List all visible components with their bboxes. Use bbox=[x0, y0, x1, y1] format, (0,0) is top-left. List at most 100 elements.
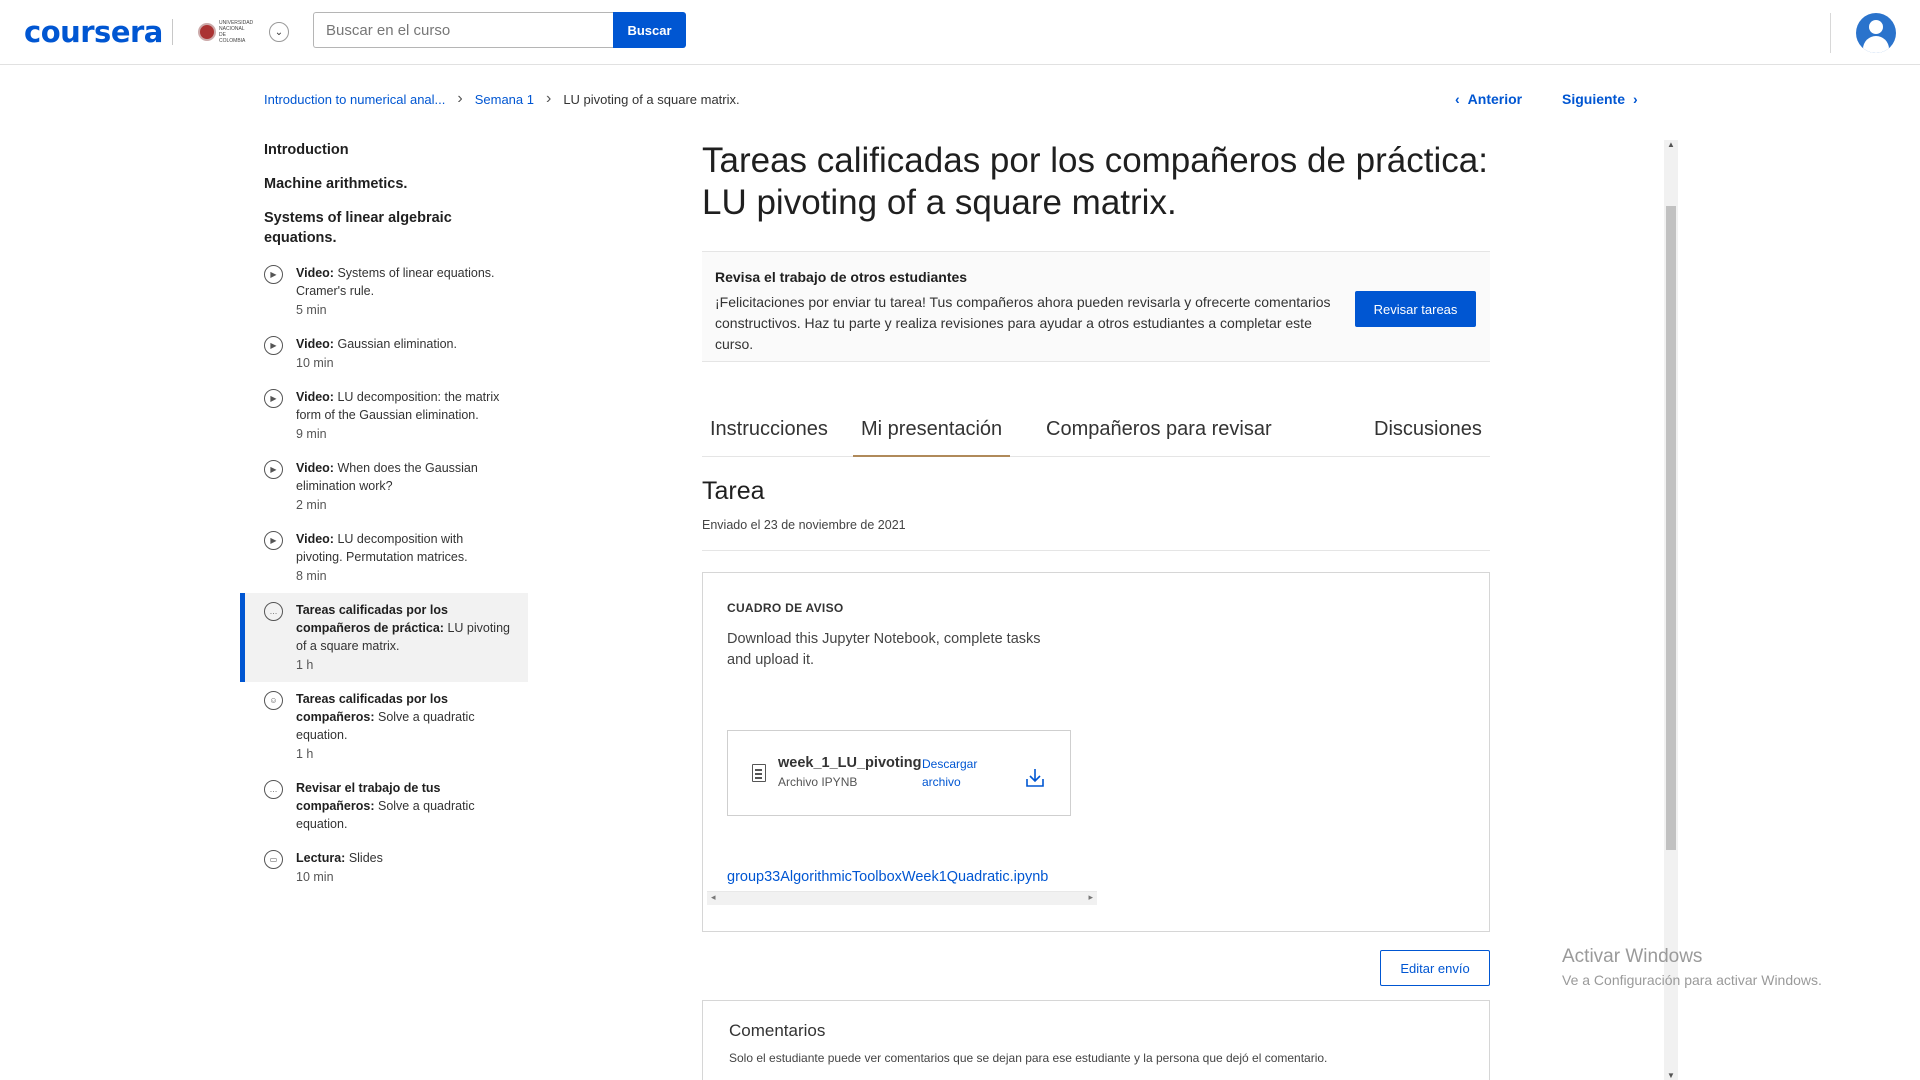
comments-text: Solo el estudiante puede ver comentarios… bbox=[729, 1051, 1328, 1065]
item-duration: 5 min bbox=[296, 303, 327, 317]
header-separator bbox=[172, 19, 173, 45]
university-logo-text: UNIVERSIDAD NACIONAL DE COLOMBIA bbox=[219, 20, 254, 44]
divider bbox=[702, 550, 1490, 551]
review-notice: Revisa el trabajo de otros estudiantes ¡… bbox=[702, 251, 1490, 362]
play-icon: ▶ bbox=[264, 531, 283, 550]
avatar[interactable] bbox=[1856, 13, 1896, 53]
submitted-file-link[interactable]: group33AlgorithmicToolboxWeek1Quadratic.… bbox=[727, 869, 1048, 885]
review-tasks-button[interactable]: Revisar tareas bbox=[1355, 291, 1476, 327]
search-input[interactable] bbox=[313, 12, 613, 48]
scroll-left-icon[interactable]: ◂ bbox=[711, 892, 716, 903]
sidebar-item-video-cramer[interactable]: ▶ Video: Systems of linear equations. Cr… bbox=[240, 256, 528, 327]
watermark-line-1: Activar Windows bbox=[1562, 946, 1703, 967]
horizontal-scrollbar[interactable]: ◂ ▸ bbox=[707, 891, 1097, 905]
avatar-head bbox=[1869, 20, 1883, 34]
tab-peers-to-review[interactable]: Compañeros para revisar bbox=[1038, 409, 1280, 457]
windows-activation-watermark: Activar Windows Ve a Configuración para … bbox=[1562, 946, 1822, 988]
play-icon: ▶ bbox=[264, 336, 283, 355]
file-attachment: week_1_LU_pivoting Archivo IPYNB Descarg… bbox=[727, 730, 1071, 816]
sidebar-section-linear-systems[interactable]: Systems of linear algebraic equations. bbox=[240, 208, 470, 248]
play-icon: ▶ bbox=[264, 389, 283, 408]
book-icon: ▭ bbox=[264, 850, 283, 869]
item-duration: 10 min bbox=[296, 870, 334, 884]
breadcrumb-week[interactable]: Semana 1 bbox=[475, 92, 534, 107]
header-separator-right bbox=[1830, 13, 1831, 53]
submission-card: CUADRO DE AVISO Download this Jupyter No… bbox=[702, 572, 1490, 932]
item-title: Slides bbox=[348, 851, 383, 865]
previous-button[interactable]: ‹ Anterior bbox=[1455, 91, 1522, 107]
next-button[interactable]: Siguiente › bbox=[1562, 91, 1638, 107]
item-duration: 8 min bbox=[296, 569, 327, 583]
scrollbar-thumb[interactable] bbox=[1666, 206, 1676, 850]
main-content: Tareas calificadas por los compañeros de… bbox=[702, 140, 1490, 1080]
sidebar-item-video-pivoting[interactable]: ▶ Video: LU decomposition with pivoting.… bbox=[240, 522, 528, 593]
coursera-logo[interactable]: coursera bbox=[24, 15, 163, 49]
card-text: Download this Jupyter Notebook, complete… bbox=[727, 631, 1041, 668]
peer-assignment-icon: ☺ bbox=[264, 691, 283, 710]
item-duration: 1 h bbox=[296, 658, 314, 672]
tab-discussions[interactable]: Discusiones bbox=[1366, 409, 1490, 457]
sidebar-item-review-quadratic[interactable]: … Revisar el trabajo de tus compañeros: … bbox=[240, 771, 528, 841]
chevron-right-icon: › bbox=[545, 90, 552, 107]
sidebar-item-peer-quadratic[interactable]: ☺ Tareas calificadas por los compañeros:… bbox=[240, 682, 528, 771]
university-seal-icon bbox=[198, 23, 216, 41]
file-type: Archivo IPYNB bbox=[778, 775, 858, 789]
download-link[interactable]: Descargar archivo bbox=[922, 755, 992, 791]
tab-my-submission[interactable]: Mi presentación bbox=[853, 409, 1011, 457]
notice-title: Revisa el trabajo de otros estudiantes bbox=[715, 269, 968, 285]
sidebar-item-reading-slides[interactable]: ▭ Lectura: Slides 10 min bbox=[240, 841, 528, 894]
file-name: week_1_LU_pivoting bbox=[778, 755, 922, 771]
item-duration: 1 h bbox=[296, 747, 314, 761]
card-label: CUADRO DE AVISO bbox=[727, 601, 844, 615]
item-duration: 2 min bbox=[296, 498, 327, 512]
chevron-left-icon: ‹ bbox=[1455, 91, 1460, 107]
sidebar-section-introduction[interactable]: Introduction bbox=[240, 140, 470, 160]
item-type: Video: bbox=[296, 266, 334, 280]
item-type: Video: bbox=[296, 461, 334, 475]
document-icon bbox=[752, 764, 766, 782]
vertical-scrollbar[interactable]: ▲ ▼ bbox=[1664, 140, 1678, 1080]
sidebar-item-practice-peer-lu[interactable]: … Tareas calificadas por los compañeros … bbox=[240, 593, 528, 682]
page: coursera UNIVERSIDAD NACIONAL DE COLOMBI… bbox=[0, 0, 1920, 1080]
sidebar-item-video-when[interactable]: ▶ Video: When does the Gaussian eliminat… bbox=[240, 451, 528, 522]
watermark-line-2: Ve a Configuración para activar Windows. bbox=[1562, 972, 1822, 988]
assignment-tabs: Instrucciones Mi presentación Compañeros… bbox=[702, 409, 1490, 457]
breadcrumb: Introduction to numerical anal... › Sema… bbox=[264, 90, 740, 108]
chevron-down-icon[interactable]: ⌄ bbox=[269, 22, 289, 42]
avatar-body bbox=[1863, 36, 1889, 53]
university-logo[interactable]: UNIVERSIDAD NACIONAL DE COLOMBIA bbox=[198, 19, 254, 45]
previous-label: Anterior bbox=[1467, 91, 1523, 107]
scroll-up-icon[interactable]: ▲ bbox=[1667, 140, 1675, 149]
play-icon: ▶ bbox=[264, 460, 283, 479]
download-icon[interactable] bbox=[1024, 767, 1046, 789]
scroll-right-icon[interactable]: ▸ bbox=[1088, 892, 1093, 903]
item-duration: 10 min bbox=[296, 356, 334, 370]
breadcrumb-current: LU pivoting of a square matrix. bbox=[563, 91, 740, 107]
item-type: Video: bbox=[296, 390, 334, 404]
scroll-down-icon[interactable]: ▼ bbox=[1667, 1071, 1675, 1080]
comments-section: Comentarios Solo el estudiante puede ver… bbox=[702, 1000, 1490, 1080]
next-label: Siguiente bbox=[1562, 91, 1626, 107]
course-sidebar: Introduction Machine arithmetics. System… bbox=[240, 140, 528, 894]
sidebar-item-video-lu[interactable]: ▶ Video: LU decomposition: the matrix fo… bbox=[240, 380, 528, 451]
chevron-right-icon: › bbox=[1633, 91, 1638, 107]
top-bar: coursera UNIVERSIDAD NACIONAL DE COLOMBI… bbox=[0, 0, 1920, 65]
sidebar-item-video-gaussian[interactable]: ▶ Video: Gaussian elimination. 10 min bbox=[240, 327, 528, 380]
item-title: Gaussian elimination. bbox=[337, 337, 457, 351]
breadcrumb-course[interactable]: Introduction to numerical anal... bbox=[264, 92, 445, 107]
chat-bubble-icon: … bbox=[264, 780, 283, 799]
tab-instructions[interactable]: Instrucciones bbox=[702, 409, 836, 457]
notice-body: ¡Felicitaciones por enviar tu tarea! Tus… bbox=[715, 294, 1331, 352]
item-type: Tareas calificadas por los compañeros de… bbox=[296, 603, 448, 635]
item-type: Video: bbox=[296, 532, 334, 546]
comments-title: Comentarios bbox=[729, 1021, 826, 1040]
chevron-right-icon: › bbox=[457, 90, 463, 107]
chat-bubble-icon: … bbox=[264, 602, 283, 621]
search-button[interactable]: Buscar bbox=[613, 12, 686, 48]
task-title: Tarea bbox=[702, 477, 765, 505]
sidebar-section-machine-arithmetics[interactable]: Machine arithmetics. bbox=[240, 174, 470, 194]
item-duration: 9 min bbox=[296, 427, 327, 441]
item-type: Lectura: bbox=[296, 851, 346, 865]
item-type: Video: bbox=[296, 337, 334, 351]
edit-submission-button[interactable]: Editar envío bbox=[1380, 950, 1490, 986]
